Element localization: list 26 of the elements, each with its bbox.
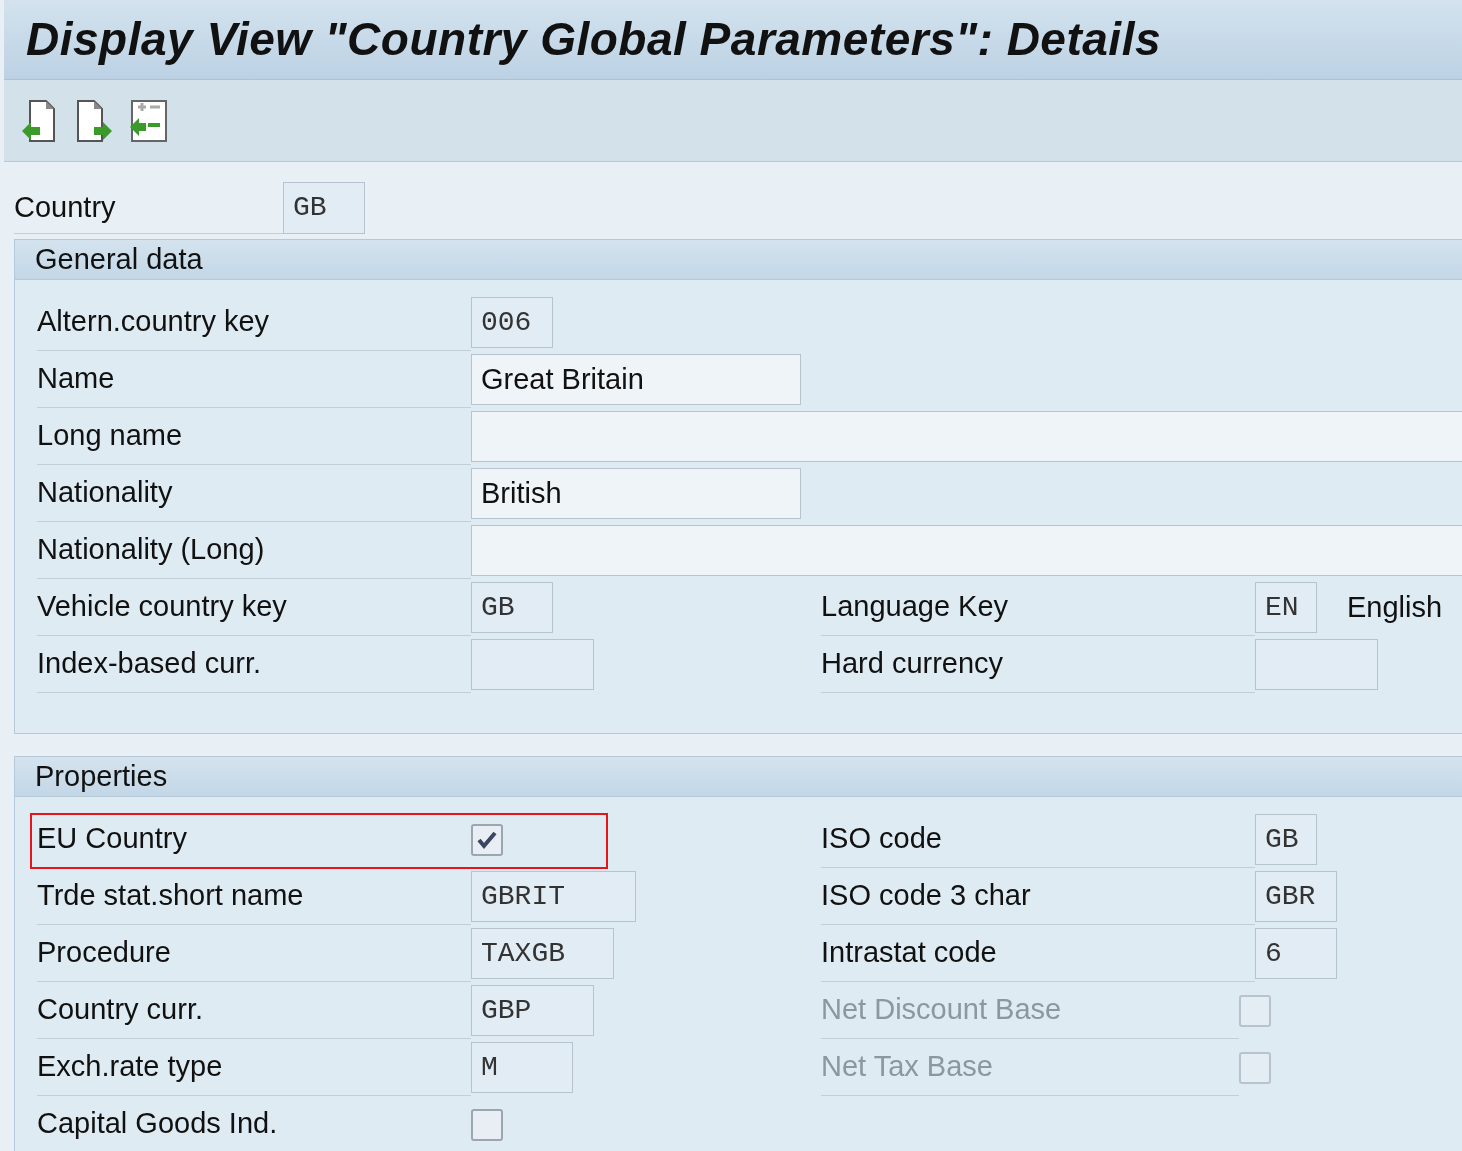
code-field[interactable]: TAXGB (471, 928, 614, 979)
group-title: General data (15, 240, 1462, 280)
text-field[interactable] (471, 525, 1462, 576)
code-field[interactable]: GB (1255, 814, 1317, 865)
code-field[interactable] (471, 639, 594, 690)
checkbox[interactable] (471, 823, 503, 856)
code-field[interactable]: GB (283, 182, 365, 234)
code-field[interactable]: GB (471, 582, 553, 633)
window-title: Display View "Country Global Parameters": Details (26, 12, 1161, 67)
code-field[interactable]: GBRIT (471, 871, 636, 922)
code-field[interactable]: 006 (471, 297, 553, 348)
group-title: Properties (15, 757, 1462, 797)
field-description: English (1347, 589, 1443, 625)
text-field[interactable]: Great Britain (471, 354, 801, 405)
check-icon (476, 829, 498, 850)
code-field[interactable]: GBP (471, 985, 594, 1036)
field-label: Net Tax Base (821, 1039, 1239, 1096)
text-field[interactable]: British (471, 468, 801, 519)
code-field[interactable]: GBR (1255, 871, 1337, 922)
text-field[interactable] (471, 411, 1462, 462)
code-field[interactable]: M (471, 1042, 573, 1093)
code-field[interactable]: 6 (1255, 928, 1337, 979)
code-field[interactable] (1255, 639, 1378, 690)
code-field[interactable]: EN (1255, 582, 1317, 633)
checkbox[interactable] (471, 1108, 503, 1141)
field-label: Net Discount Base (821, 982, 1239, 1039)
